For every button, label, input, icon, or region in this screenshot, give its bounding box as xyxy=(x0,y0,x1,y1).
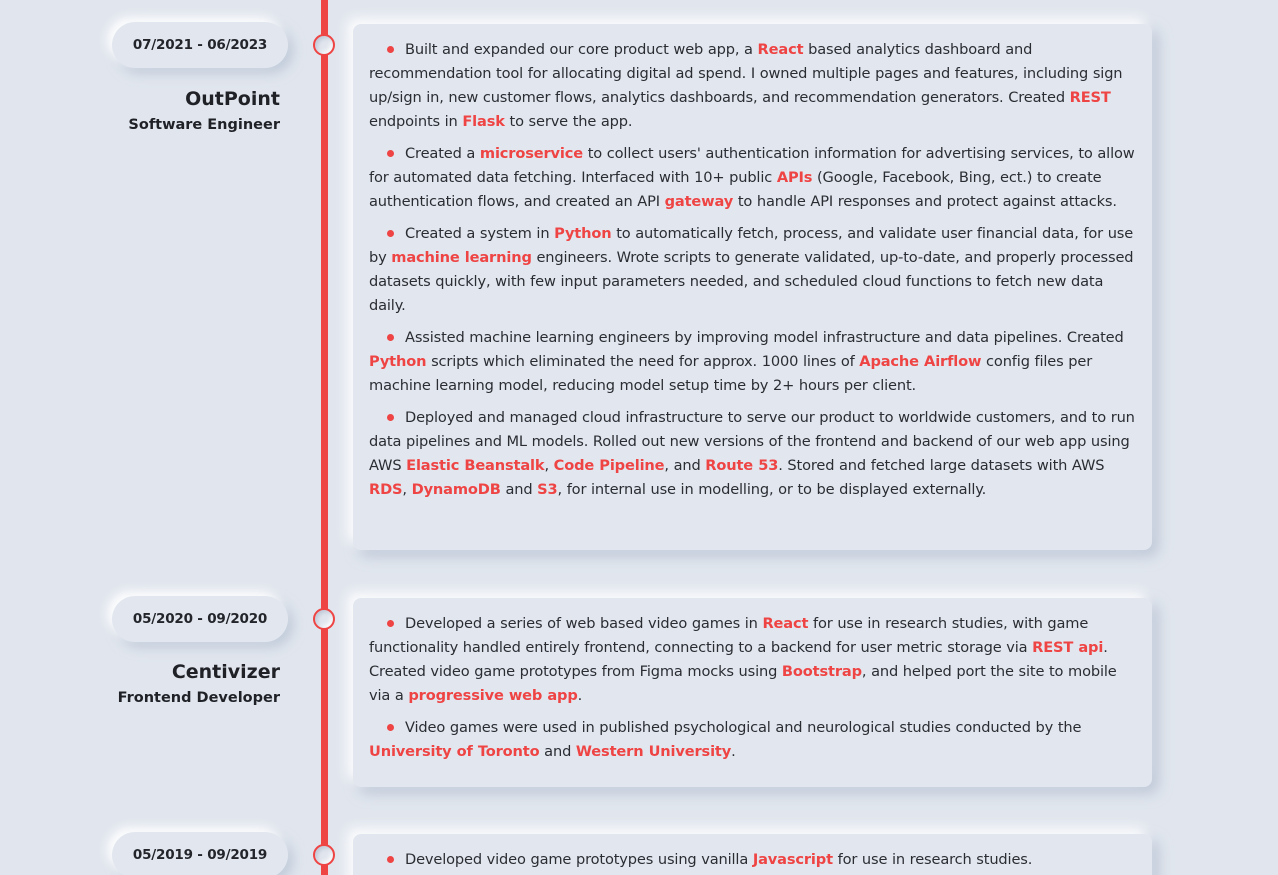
experience-timeline: 07/2021 - 06/2023 OutPoint Software Engi… xyxy=(0,0,1278,875)
bullet-text: and xyxy=(539,743,576,760)
company-name: OutPoint xyxy=(185,88,280,110)
bullet-point: Deployed and managed cloud infrastructur… xyxy=(369,406,1138,502)
skill-highlight: Python xyxy=(369,353,427,370)
timeline-node xyxy=(313,34,335,56)
bullet-text: , and xyxy=(664,457,706,474)
bullet-text: Developed video game prototypes using va… xyxy=(405,851,753,868)
bullet-point: Built and expanded our core product web … xyxy=(369,38,1138,134)
company-name: Centivizer xyxy=(171,661,280,683)
skill-highlight: Route 53 xyxy=(705,457,779,474)
bullet-point: Video games were used in published psych… xyxy=(369,716,1138,764)
bullet-text: and xyxy=(500,481,538,498)
bullet-text: Built and expanded our core product web … xyxy=(405,41,758,58)
bullet-text: Developed a series of web based video ga… xyxy=(405,615,763,632)
bullet-text: . xyxy=(731,743,736,760)
skill-highlight: progressive web app xyxy=(408,687,578,704)
bullet-text: to handle API responses and protect agai… xyxy=(733,193,1117,210)
bullet-text: . xyxy=(577,687,583,704)
bullet-text: , xyxy=(544,457,554,474)
bullet-dot-icon xyxy=(387,723,394,731)
skill-highlight: React xyxy=(757,41,804,58)
bullet-text: Video games were used in published psych… xyxy=(405,719,1082,736)
skill-highlight: REST api xyxy=(1032,639,1104,656)
skill-highlight: Python xyxy=(554,225,612,242)
bullet-point: Assisted machine learning engineers by i… xyxy=(369,326,1138,398)
skill-highlight: machine learning xyxy=(391,249,532,266)
bullet-point: Developed a series of web based video ga… xyxy=(369,612,1138,708)
bullet-dot-icon xyxy=(387,619,394,627)
skill-highlight: Elastic Beanstalk xyxy=(406,457,545,474)
job-title: Frontend Developer xyxy=(117,690,280,706)
bullet-point: Created a system in Python to automatica… xyxy=(369,222,1138,318)
timeline-line xyxy=(321,0,328,875)
timeline-node xyxy=(313,608,335,630)
bullet-text: to serve the app. xyxy=(504,113,633,130)
bullet-text: , xyxy=(402,481,412,498)
bullet-text: , for internal use in modelling, or to b… xyxy=(557,481,987,498)
skill-highlight: University of Toronto xyxy=(369,743,540,760)
bullet-text: scripts which eliminated the need for ap… xyxy=(426,353,860,370)
experience-card: Developed a series of web based video ga… xyxy=(353,598,1152,787)
skill-highlight: gateway xyxy=(664,193,734,210)
skill-highlight: Javascript xyxy=(752,851,833,868)
bullet-dot-icon xyxy=(387,45,394,53)
skill-highlight: Bootstrap xyxy=(781,663,862,680)
skill-highlight: React xyxy=(762,615,809,632)
skill-highlight: APIs xyxy=(776,169,813,186)
bullet-point: Developed video game prototypes using va… xyxy=(369,848,1138,872)
bullet-dot-icon xyxy=(387,855,394,863)
skill-highlight: DynamoDB xyxy=(411,481,501,498)
date-badge: 05/2020 - 09/2020 xyxy=(112,596,288,642)
bullet-text: . Stored and fetched large datasets with… xyxy=(778,457,1105,474)
experience-card: Developed video game prototypes using va… xyxy=(353,834,1152,875)
skill-highlight: Code Pipeline xyxy=(553,457,665,474)
skill-highlight: RDS xyxy=(369,481,403,498)
bullet-dot-icon xyxy=(387,413,394,421)
skill-highlight: Western University xyxy=(575,743,732,760)
bullet-dot-icon xyxy=(387,149,394,157)
bullet-text: Assisted machine learning engineers by i… xyxy=(405,329,1124,346)
date-badge: 05/2019 - 09/2019 xyxy=(112,832,288,875)
experience-card: Built and expanded our core product web … xyxy=(353,24,1152,550)
timeline-node xyxy=(313,844,335,866)
bullet-text: for use in research studies. xyxy=(832,851,1033,868)
job-title: Software Engineer xyxy=(128,117,280,133)
bullet-dot-icon xyxy=(387,333,394,341)
bullet-point: Created a microservice to collect users'… xyxy=(369,142,1138,214)
skill-highlight: Flask xyxy=(462,113,505,130)
skill-highlight: microservice xyxy=(479,145,584,162)
bullet-text: Created a xyxy=(405,145,480,162)
bullet-text: endpoints in xyxy=(369,113,463,130)
bullet-dot-icon xyxy=(387,229,394,237)
date-badge: 07/2021 - 06/2023 xyxy=(112,22,288,68)
skill-highlight: S3 xyxy=(537,481,558,498)
bullet-text: Created a system in xyxy=(405,225,555,242)
skill-highlight: REST xyxy=(1069,89,1111,106)
skill-highlight: Apache Airflow xyxy=(859,353,982,370)
